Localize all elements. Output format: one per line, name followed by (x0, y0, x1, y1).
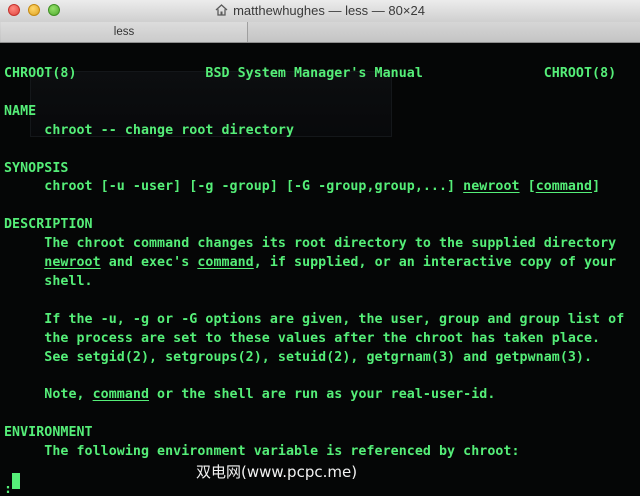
terminal-line: The following environment variable is re… (4, 442, 520, 461)
line-text: or the shell are run as your real-user-i… (149, 387, 496, 403)
terminal-content[interactable]: CHROOT(8) BSD System Manager's Manual CH… (0, 43, 640, 496)
terminal-line: SYNOPSIS (4, 159, 68, 178)
underlined-term: command (535, 179, 593, 195)
terminal-line: ENVIRONMENT (4, 423, 93, 442)
line-text: chroot -- change root directory (4, 122, 294, 138)
tab-bar: less (0, 22, 640, 43)
line-text: SYNOPSIS (4, 160, 69, 176)
line-text: CHROOT(8) BSD System Manager's Manual CH… (4, 66, 617, 81)
title-bar[interactable]: matthewhughes — less — 80×24 (0, 0, 640, 23)
line-text: : (4, 481, 13, 496)
terminal-line: newroot and exec's command, if supplied,… (4, 253, 616, 272)
line-text: The chroot command changes its root dire… (4, 236, 617, 252)
underlined-term: command (197, 255, 254, 270)
terminal-line: If the -u, -g or -G options are given, t… (4, 310, 624, 329)
underlined-term: newroot (44, 255, 101, 270)
tab-less[interactable]: less (1, 22, 248, 42)
terminal-line: CHROOT(8) BSD System Manager's Manual CH… (4, 64, 616, 83)
line-text: [ (519, 179, 536, 195)
line-text: chroot [-u -user] [-g -group] [-G -group… (4, 179, 464, 195)
line-text: the process are set to these values afte… (4, 330, 601, 346)
underlined-term: newroot (463, 179, 520, 195)
terminal-line: chroot [-u -user] [-g -group] [-G -group… (4, 177, 600, 196)
line-text: NAME (4, 103, 37, 119)
terminal-line: The chroot command changes its root dire… (4, 234, 616, 253)
terminal-line: : (4, 480, 12, 496)
line-text: shell. (4, 273, 93, 289)
terminal-line: DESCRIPTION (4, 215, 93, 234)
line-text: ] (592, 179, 601, 195)
watermark-text: 双电网(www.pcpc.me) (196, 463, 358, 481)
terminal-line: Note, command or the shell are run as yo… (4, 385, 495, 404)
line-text: The following environment variable is re… (4, 444, 520, 459)
line-text (4, 255, 44, 270)
line-text: Note, (4, 387, 93, 403)
terminal-line: the process are set to these values afte… (4, 329, 600, 348)
window-title: matthewhughes — less — 80×24 (233, 3, 425, 18)
underlined-term: command (92, 387, 149, 403)
terminal-line: shell. (4, 272, 93, 291)
terminal-window: matthewhughes — less — 80×24 less CHROOT… (0, 0, 640, 496)
line-text: , if supplied, or an interactive copy of… (253, 255, 617, 270)
terminal-line: chroot -- change root directory (4, 121, 294, 140)
line-text: ENVIRONMENT (4, 425, 93, 441)
home-folder-icon (215, 4, 228, 16)
terminal-line: See setgid(2), setgroups(2), setuid(2), … (4, 348, 592, 367)
terminal-line: NAME (4, 102, 36, 121)
line-text: If the -u, -g or -G options are given, t… (4, 311, 625, 327)
terminal-cursor (12, 473, 20, 489)
window-title-group: matthewhughes — less — 80×24 (0, 3, 640, 18)
line-text: DESCRIPTION (4, 217, 93, 233)
line-text: See setgid(2), setgroups(2), setuid(2), … (4, 349, 593, 365)
line-text: and exec's (100, 255, 198, 270)
